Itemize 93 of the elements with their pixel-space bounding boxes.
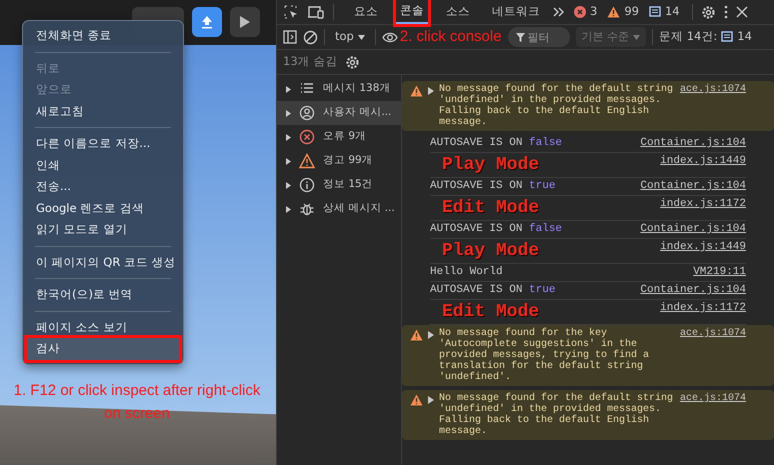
menu-item[interactable]: 읽기 모드로 열기: [27, 219, 179, 240]
panel-tab[interactable]: 요소: [350, 0, 382, 24]
filter-icon: [516, 32, 525, 42]
expand-icon: [286, 110, 291, 116]
close-icon[interactable]: [736, 6, 748, 18]
message-text: No message found for the key 'Autocomplete suggestions' in the provided messages, trying to find a translation for the default string 'undefined'.: [439, 328, 650, 383]
source-link[interactable]: index.js:1449: [660, 241, 746, 254]
source-link[interactable]: Container.js:104: [640, 137, 746, 150]
expand-icon: [286, 86, 291, 92]
menu-item[interactable]: 페이지 소스 보기: [27, 316, 179, 338]
panel-tab[interactable]: 네트워크: [488, 0, 544, 24]
more-options-icon[interactable]: [724, 5, 728, 19]
bug-icon: [299, 201, 315, 217]
expand-icon[interactable]: [428, 396, 434, 404]
sidebar-item[interactable]: 상세 메시지 ...: [277, 197, 401, 221]
source-link[interactable]: Container.js:104: [640, 180, 746, 193]
styled-message: Edit Mode: [441, 198, 540, 218]
message-icon: [721, 31, 734, 43]
menu-item[interactable]: 한국어(으)로 번역: [27, 284, 179, 306]
expand-icon: [286, 134, 291, 140]
menu-item[interactable]: 검사: [27, 338, 179, 360]
sidebar-toggle-icon[interactable]: [283, 30, 297, 44]
menu-item[interactable]: 새로고침: [27, 100, 179, 122]
source-link[interactable]: Container.js:104: [640, 284, 746, 297]
settings-icon[interactable]: [700, 4, 716, 20]
expand-icon[interactable]: [428, 87, 434, 95]
filter-field[interactable]: 필터: [508, 27, 570, 47]
source-link[interactable]: index.js:1172: [660, 198, 746, 211]
menu-item[interactable]: 다른 이름으로 저장...: [27, 133, 179, 154]
play-button[interactable]: [230, 7, 260, 37]
menu-item[interactable]: Google 렌즈로 검색: [27, 198, 179, 219]
message-text: No message found for the default string 'undefined' in the provided messages. Falling back to the default English message.: [439, 84, 674, 128]
source-link[interactable]: ace.js:1074: [680, 84, 746, 95]
expand-icon: [286, 182, 291, 188]
panel-tab[interactable]: 소스: [442, 0, 474, 24]
message-icon: [648, 6, 661, 18]
issues-label: 문제 14건:: [659, 28, 718, 46]
menu-item[interactable]: 전송...: [27, 176, 179, 198]
more-tabs-icon[interactable]: [552, 6, 566, 18]
inspect-icon[interactable]: [283, 4, 299, 20]
source-link[interactable]: index.js:1449: [660, 155, 746, 168]
eye-icon[interactable]: [382, 32, 398, 42]
annotation-text: 1. F12 or click inspect after right-click on screen: [12, 381, 262, 424]
warning-count: 99: [624, 3, 639, 20]
log-message: AUTOSAVE IS ON true: [430, 284, 556, 297]
expand-icon[interactable]: [428, 331, 434, 339]
menu-item[interactable]: 이 페이지의 QR 코드 생성: [27, 252, 179, 273]
expand-icon: [286, 158, 291, 164]
upload-button[interactable]: [192, 7, 222, 37]
warning-icon: [410, 85, 423, 97]
sidebar-item[interactable]: 오류 9개: [277, 125, 401, 149]
log-message: AUTOSAVE IS ON false: [430, 137, 562, 150]
settings-icon[interactable]: [345, 54, 360, 70]
play-icon: [239, 15, 251, 29]
error-icon: [299, 129, 315, 145]
message-count: 14: [664, 3, 680, 20]
message-text: No message found for the default string 'undefined' in the provided messages. Falling back to the default English message.: [439, 393, 674, 437]
hidden-count: 13개 숨김: [283, 53, 338, 70]
error-icon: [574, 6, 586, 18]
expand-icon: [286, 206, 291, 212]
context-dropdown[interactable]: top: [331, 25, 369, 49]
sidebar-item[interactable]: 정보 15건: [277, 173, 401, 197]
warning-icon: [607, 6, 620, 18]
source-link[interactable]: VM219:11: [693, 266, 746, 279]
source-link[interactable]: ace.js:1074: [680, 393, 746, 404]
log-message: AUTOSAVE IS ON false: [430, 223, 562, 236]
log-message: AUTOSAVE IS ON true: [430, 180, 556, 193]
annotation-text: 2. click console: [400, 28, 502, 46]
warning-icon: [410, 394, 423, 406]
menu-item[interactable]: 전체화면 종료: [27, 25, 179, 46]
sidebar-item[interactable]: 경고 99개: [277, 149, 401, 173]
source-link[interactable]: Container.js:104: [640, 223, 746, 236]
log-message: Hello World: [430, 266, 503, 279]
warning-icon: [410, 329, 423, 341]
source-link[interactable]: ace.js:1074: [680, 328, 746, 339]
error-count: 3: [590, 3, 598, 20]
styled-message: Play Mode: [441, 241, 540, 261]
info-icon: [299, 177, 315, 193]
device-icon[interactable]: [307, 4, 325, 20]
upload-icon: [201, 15, 213, 29]
warning-icon: [299, 153, 315, 169]
clear-icon[interactable]: [303, 30, 318, 44]
menu-item[interactable]: 인쇄: [27, 154, 179, 176]
styled-message: Edit Mode: [441, 302, 540, 322]
caret-icon: [358, 34, 365, 40]
issues-count: 14: [737, 28, 752, 46]
source-link[interactable]: index.js:1172: [660, 302, 746, 315]
styled-message: Play Mode: [441, 155, 540, 175]
sidebar-item[interactable]: 사용자 메시...: [277, 101, 401, 125]
panel-tab[interactable]: 콘솔: [396, 0, 428, 24]
caret-icon: [633, 34, 640, 40]
user-icon: [299, 105, 315, 121]
sidebar-item[interactable]: 메시지 138개: [277, 77, 401, 101]
